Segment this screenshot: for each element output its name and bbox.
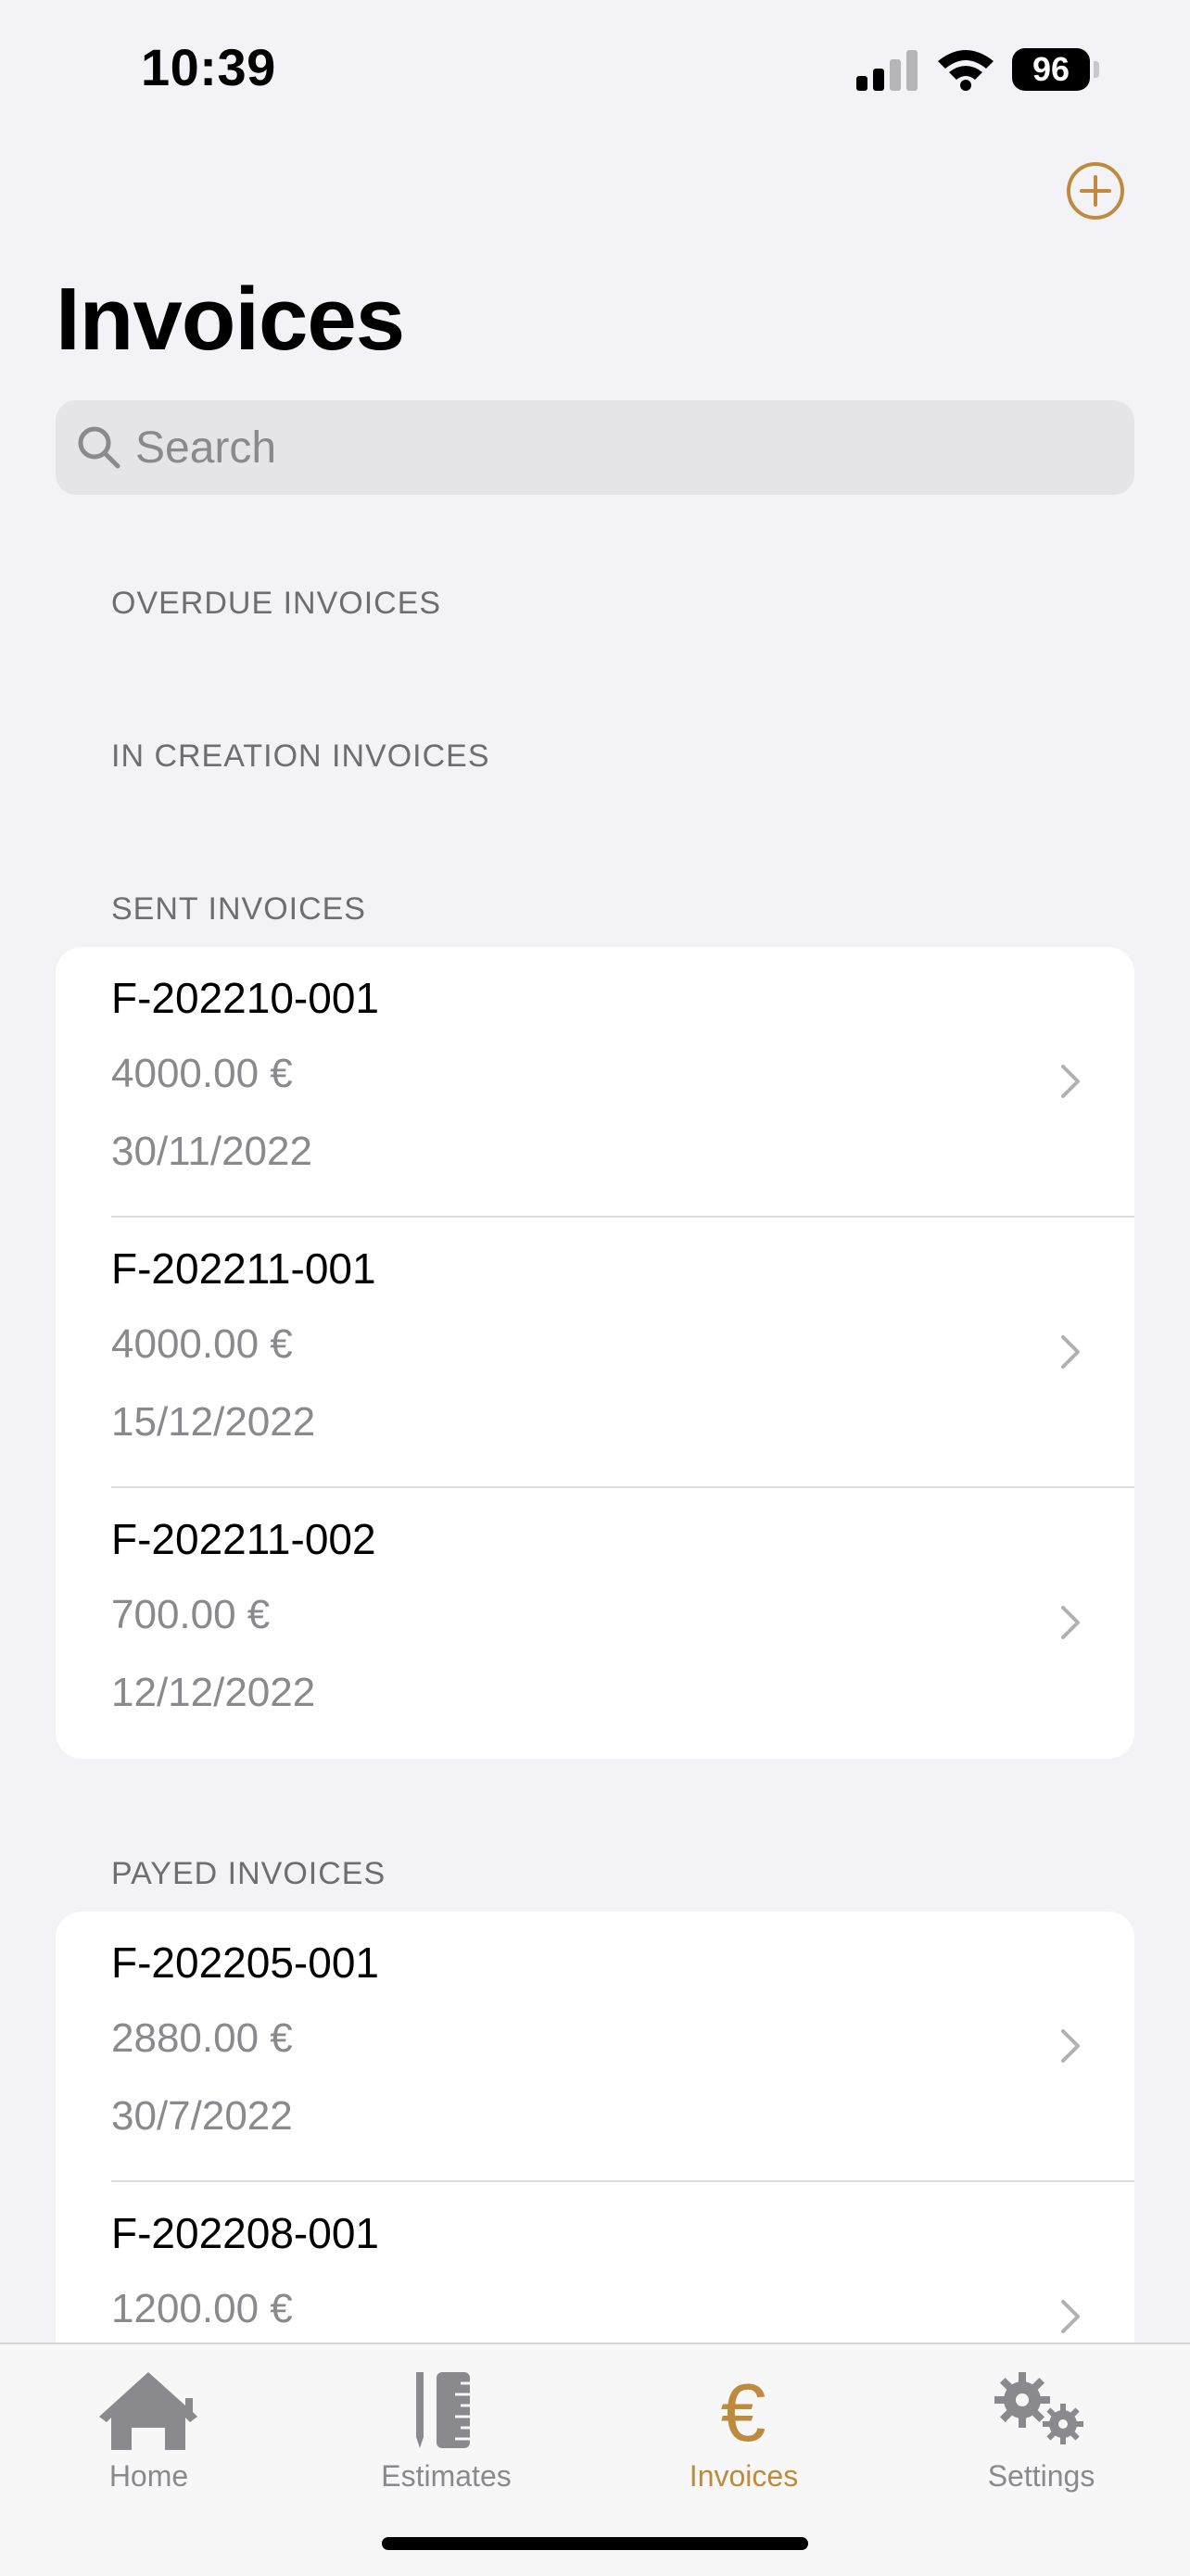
chevron-right-icon [1061,2029,1080,2063]
invoice-row[interactable]: F-202211-002 700.00 € 12/12/2022 [56,1488,1134,1759]
chevron-right-icon [1061,1065,1080,1098]
invoice-date: 30/7/2022 [111,2093,293,2139]
ruler-pencil-icon [416,2372,470,2448]
wifi-icon [938,50,994,91]
tab-label: Home [108,2459,189,2493]
page-title: Invoices [56,270,405,369]
invoice-row[interactable]: F-202211-001 4000.00 € 15/12/2022 [56,1218,1134,1488]
tab-settings[interactable]: Settings [892,2344,1190,2520]
home-indicator[interactable] [382,2537,808,2550]
status-time: 10:39 [141,38,276,96]
svg-text:€: € [721,2367,766,2456]
invoice-amount: 4000.00 € [111,1051,293,1096]
search-bar[interactable] [56,400,1134,495]
invoice-number: F-202208-001 [111,2209,379,2257]
overdue-invoices-header: OVERDUE INVOICES [111,586,442,621]
house-icon [99,2372,197,2450]
battery-tip [1094,61,1099,78]
gears-icon [994,2372,1083,2444]
invoice-date: 30/11/2022 [111,1129,312,1174]
search-input[interactable] [135,400,1118,495]
euro-icon: € [721,2367,766,2456]
status-bar: 10:39 96 [0,0,1190,139]
invoice-date: 12/12/2022 [111,1670,316,1715]
payed-invoices-list: F-202205-001 2880.00 € 30/7/2022 F-20220… [56,1912,1134,2393]
add-invoice-button[interactable] [1066,161,1125,221]
battery-icon: 96 [1012,48,1090,91]
invoice-number: F-202211-001 [111,1244,376,1293]
cellular-signal-icon [856,50,918,91]
in-creation-invoices-header: IN CREATION INVOICES [111,739,490,774]
tab-label: Estimates [381,2459,512,2493]
invoice-amount: 1200.00 € [111,2286,293,2331]
chevron-right-icon [1061,1335,1080,1369]
invoice-amount: 2880.00 € [111,2015,293,2061]
invoice-amount: 4000.00 € [111,1321,293,1367]
chevron-right-icon [1061,1606,1080,1639]
payed-invoices-header: PAYED INVOICES [111,1856,386,1891]
sent-invoices-header: SENT INVOICES [111,891,366,927]
tab-invoices[interactable]: € Invoices [595,2344,892,2520]
tab-label: Invoices [689,2459,799,2493]
invoice-row[interactable]: F-202210-001 4000.00 € 30/11/2022 [56,947,1134,1218]
tab-label: Settings [987,2459,1095,2493]
search-icon [78,426,120,469]
chevron-right-icon [1061,2300,1080,2333]
tab-home[interactable]: Home [0,2344,298,2520]
invoice-date: 15/12/2022 [111,1399,316,1445]
invoice-amount: 700.00 € [111,1592,271,1637]
invoice-row[interactable]: F-202205-001 2880.00 € 30/7/2022 [56,1912,1134,2182]
invoice-number: F-202205-001 [111,1938,379,1987]
sent-invoices-list: F-202210-001 4000.00 € 30/11/2022 F-2022… [56,947,1134,1759]
invoice-number: F-202211-002 [111,1515,376,1563]
tab-estimates[interactable]: Estimates [298,2344,595,2520]
invoice-number: F-202210-001 [111,974,379,1022]
